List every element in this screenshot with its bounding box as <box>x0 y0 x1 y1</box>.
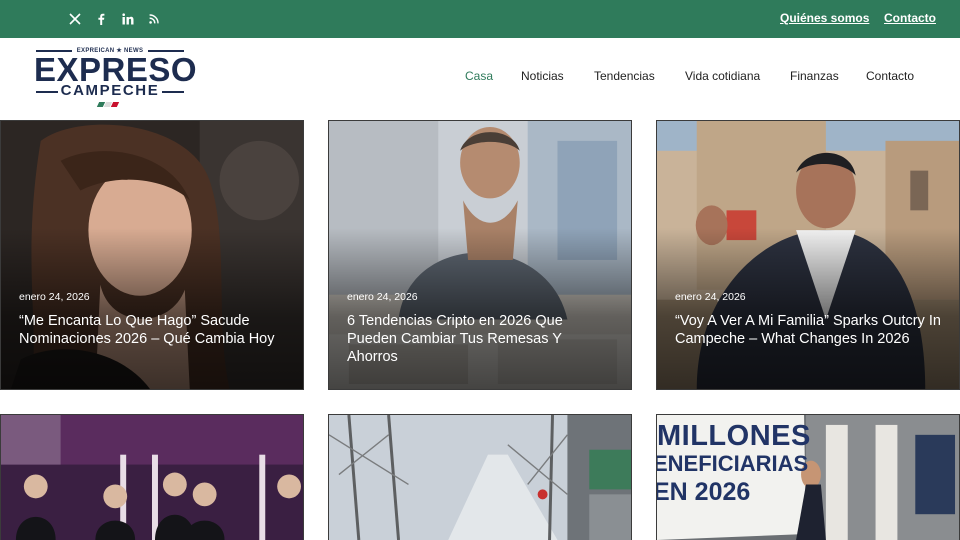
nav-item-tendencias[interactable]: Tendencias <box>594 69 655 83</box>
logo-subtitle: CAMPECHE <box>60 82 160 99</box>
nav-item-contacto[interactable]: Contacto <box>866 69 914 83</box>
article-card[interactable]: enero 24, 2026 6 Tendencias Cripto en 20… <box>328 120 632 390</box>
site-header: EXPREICAN ★ NEWS EXPRESO CAMPECHE Casa N… <box>0 38 960 120</box>
sign-text-line: MILLONES <box>657 420 811 452</box>
nav-item-finanzas[interactable]: Finanzas <box>790 69 839 83</box>
top-link-about[interactable]: Quiénes somos <box>780 11 869 25</box>
article-card[interactable] <box>328 414 632 540</box>
article-card[interactable]: enero 24, 2026 “Voy A Ver A Mi Familia” … <box>656 120 960 390</box>
nav-item-vida-cotidiana[interactable]: Vida cotidiana <box>685 69 760 83</box>
top-link-contact[interactable]: Contacto <box>884 11 936 25</box>
sign-text-line: ENEFICIARIAS <box>656 451 809 476</box>
article-card[interactable]: MILLONES ENEFICIARIAS EN 2026 <box>656 414 960 540</box>
sign-text-line: EN 2026 <box>656 478 751 506</box>
linkedin-icon[interactable] <box>120 11 136 27</box>
article-date: enero 24, 2026 <box>675 291 746 303</box>
snowy-street-photo <box>329 415 631 540</box>
article-date: enero 24, 2026 <box>19 291 90 303</box>
flag-stripe-red <box>110 102 120 107</box>
nav-item-noticias[interactable]: Noticias <box>521 69 564 83</box>
facebook-icon[interactable] <box>93 11 109 27</box>
article-title[interactable]: “Voy A Ver A Mi Familia” Sparks Outcry I… <box>675 312 943 348</box>
kpop-group-stage-photo <box>1 415 303 540</box>
article-title[interactable]: “Me Encanta Lo Que Hago” Sacude Nominaci… <box>19 312 287 348</box>
rss-icon[interactable] <box>146 11 162 27</box>
article-card[interactable] <box>0 414 304 540</box>
article-title[interactable]: 6 Tendencias Cripto en 2026 Que Pueden C… <box>347 312 615 366</box>
article-date: enero 24, 2026 <box>347 291 418 303</box>
article-card[interactable]: enero 24, 2026 “Me Encanta Lo Que Hago” … <box>0 120 304 390</box>
top-bar: Quiénes somos Contacto <box>0 0 960 38</box>
site-logo[interactable]: EXPREICAN ★ NEWS EXPRESO CAMPECHE <box>34 46 197 107</box>
nav-item-casa[interactable]: Casa <box>465 69 493 83</box>
x-icon[interactable] <box>67 11 83 27</box>
